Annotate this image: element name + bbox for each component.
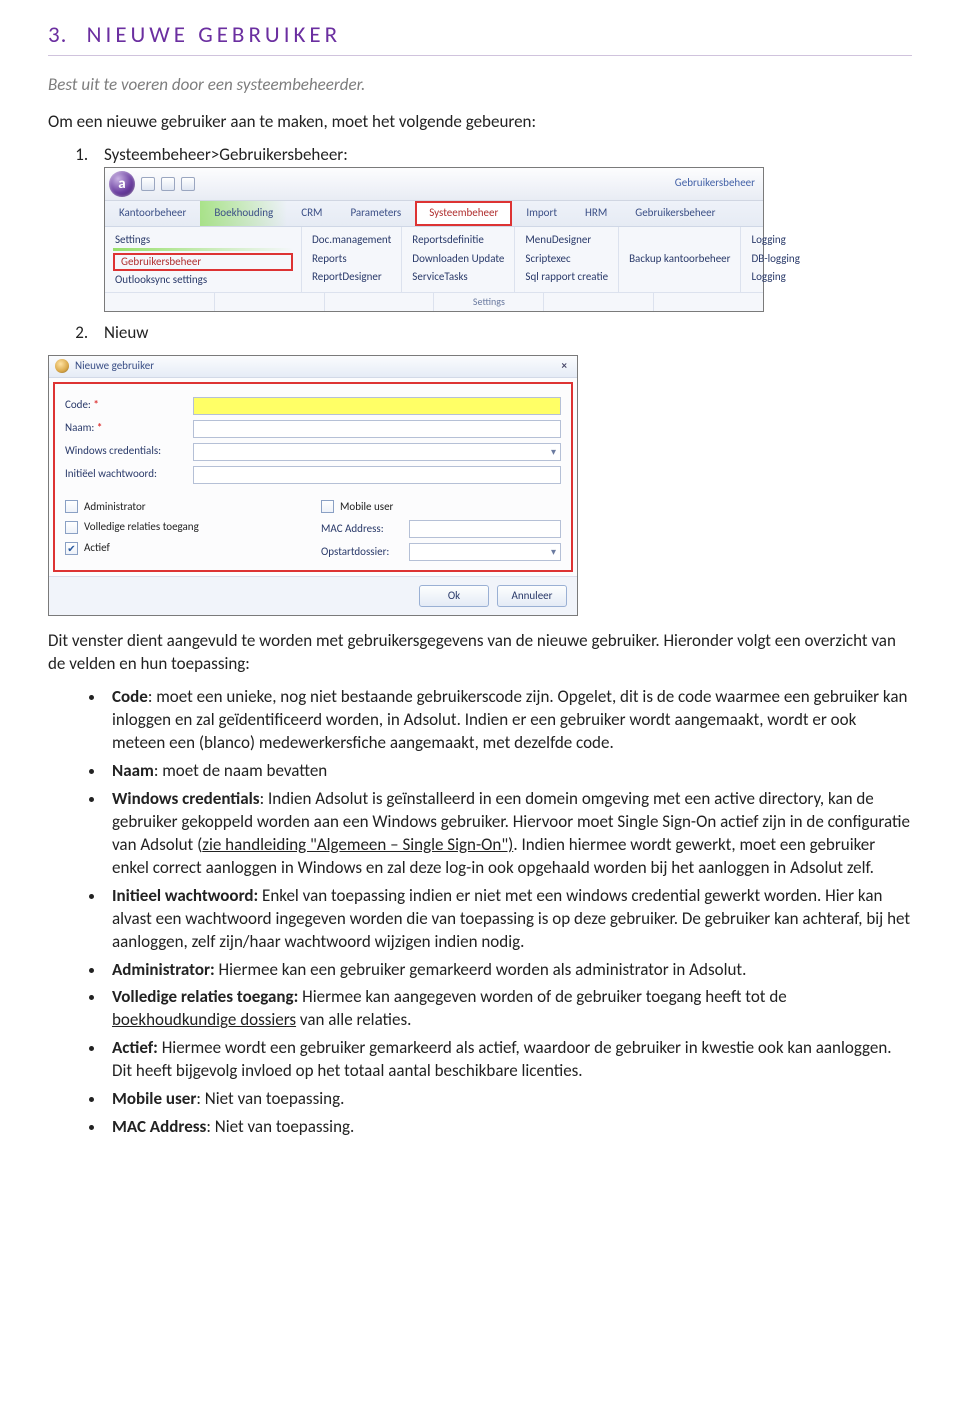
user-icon [55,359,69,373]
rb-reportdesigner[interactable]: ReportDesigner [310,268,393,287]
dialog-button-row: Ok Annuleer [49,576,577,615]
label-naam: Naam: * [65,421,185,436]
ok-button[interactable]: Ok [419,585,489,607]
rb-sqlrapport[interactable]: Sql rapport creatie [523,268,610,287]
section-title-text: NIEUWE GEBRUIKER [87,21,341,49]
field-naam: Naam: moet de naam bevatten [106,760,912,783]
windows-credentials-combo[interactable] [193,443,561,461]
rb-dblogging[interactable]: DB-logging [749,250,801,269]
rb-blank1 [627,231,732,250]
rb-outlooksync[interactable]: Outlooksync settings [113,271,293,290]
ribbon-tabs: Kantoorbeheer Boekhouding CRM Parameters… [105,201,763,227]
rb-menudesigner[interactable]: MenuDesigner [523,231,610,250]
rb-servicetasks[interactable]: ServiceTasks [410,268,506,287]
label-actief: Actief [84,541,110,556]
code-field[interactable] [193,397,561,415]
close-icon[interactable]: × [558,359,571,374]
qat-icon-1[interactable] [141,177,155,191]
rb-download[interactable]: Downloaden Update [410,250,506,269]
tab-parameters[interactable]: Parameters [336,201,415,226]
tab-systeembeheer[interactable]: Systeembeheer [415,201,512,226]
field-descriptions: Code: moet een unieke, nog niet bestaand… [106,686,912,1139]
actief-checkbox[interactable]: ✔ [65,542,78,555]
volledige-relaties-checkbox[interactable] [65,521,78,534]
dialog-titlebar: Nieuwe gebruiker × [49,356,577,378]
ribbon-window-title: Gebruikersbeheer [675,176,759,191]
label-mobile-user: Mobile user [340,500,393,515]
tab-boekhouding[interactable]: Boekhouding [200,201,287,226]
naam-field[interactable] [193,420,561,438]
tab-crm[interactable]: CRM [287,201,336,226]
app-orb-icon[interactable]: a [109,171,135,197]
mobile-user-checkbox[interactable] [321,500,334,513]
field-volledige-relaties: Volledige relaties toegang: Hiermee kan … [106,986,912,1032]
initieel-wachtwoord-field[interactable] [193,466,561,484]
required-icon: * [93,398,98,411]
rb-reportsdef[interactable]: Reportsdefinitie [410,231,506,250]
qat-icon-2[interactable] [161,177,175,191]
step-2: Nieuw [92,322,912,345]
label-administrator: Administrator [84,500,146,515]
ribbon-titlebar: a Gebruikersbeheer [105,168,763,201]
required-icon: * [97,421,102,434]
opstartdossier-combo[interactable] [409,543,561,561]
rb-logging2[interactable]: Logging [749,268,801,287]
tab-hrm[interactable]: HRM [571,201,621,226]
field-mac-address: MAC Address: Niet van toepassing. [106,1116,912,1139]
step-2-text: Nieuw [104,322,148,343]
label-code: Code: * [65,398,185,413]
field-mobile-user: Mobile user: Niet van toepassing. [106,1088,912,1111]
rb-backup[interactable]: Backup kantoorbeheer [627,250,732,269]
ribbon-screenshot: a Gebruikersbeheer Kantoorbeheer Boekhou… [104,167,764,312]
dialog-screenshot: Nieuwe gebruiker × Code: * Naam: * Windo… [48,355,578,617]
field-actief: Actief: Hiermee wordt een gebruiker gema… [106,1037,912,1083]
dialog-title: Nieuwe gebruiker [75,359,154,374]
step-1: Systeembeheer>Gebruikersbeheer: a Gebrui… [92,144,912,312]
section-heading: 3. NIEUWE GEBRUIKER [48,20,912,56]
link-sso-manual: zie handleiding "Algemeen – Single Sign-… [202,834,513,855]
tab-kantoorbeheer[interactable]: Kantoorbeheer [105,201,200,226]
rb-reports[interactable]: Reports [310,250,393,269]
field-windows-credentials: Windows credentials: Indien Adsolut is g… [106,788,912,880]
ribbon-body: Settings Gebruikersbeheer Outlooksync se… [105,227,763,293]
field-initieel-wachtwoord: Initieel wachtwoord: Enkel van toepassin… [106,885,912,954]
intro-note: Best uit te voeren door een systeembehee… [48,74,912,97]
rb-docmgmt[interactable]: Doc.management [310,231,393,250]
rb-gebruikersbeheer[interactable]: Gebruikersbeheer [113,253,293,272]
label-initieel-wachtwoord: Initiëel wachtwoord: [65,467,185,482]
qat-icon-3[interactable] [181,177,195,191]
tab-gebruikersbeheer[interactable]: Gebruikersbeheer [621,201,729,226]
rb-footer-settings: Settings [434,293,544,311]
label-volledige-relaties: Volledige relaties toegang [84,520,199,535]
label-mac-address: MAC Address: [321,522,401,537]
section-number: 3. [48,21,67,49]
rb-logging1[interactable]: Logging [749,231,801,250]
label-opstartdossier: Opstartdossier: [321,545,401,560]
intro-text: Om een nieuwe gebruiker aan te maken, mo… [48,111,912,134]
cancel-button[interactable]: Annuleer [497,585,567,607]
rb-blank2 [627,268,732,287]
administrator-checkbox[interactable] [65,500,78,513]
green-highlight [113,248,293,251]
step-1-text: Systeembeheer>Gebruikersbeheer: [104,144,348,165]
field-code: Code: moet een unieke, nog niet bestaand… [106,686,912,755]
dialog-body: Code: * Naam: * Windows credentials: Ini… [53,382,573,573]
ribbon-footer: Settings [105,292,763,311]
tab-import[interactable]: Import [512,201,571,226]
after-dialog-text: Dit venster dient aangevuld te worden me… [48,630,912,676]
field-administrator: Administrator: Hiermee kan een gebruiker… [106,959,912,982]
mac-address-field[interactable] [409,520,561,538]
label-windows-credentials: Windows credentials: [65,444,185,459]
rb-scriptexec[interactable]: Scriptexec [523,250,610,269]
link-dossiers: boekhoudkundige dossiers [112,1009,296,1030]
